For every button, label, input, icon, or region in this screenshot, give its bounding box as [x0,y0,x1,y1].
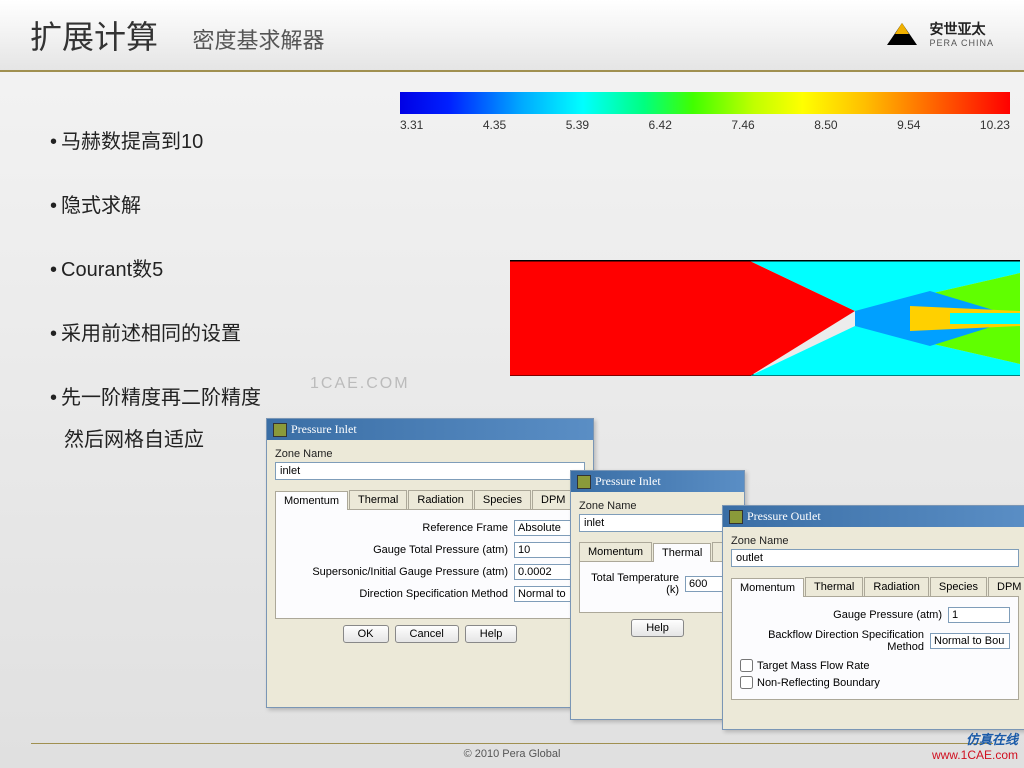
dialog-icon [577,475,591,489]
scale-tick: 10.23 [980,118,1010,132]
gauge-total-input[interactable] [514,542,576,558]
zone-name-input[interactable] [731,549,1019,567]
logo-text-cn: 安世亚太 [929,22,994,37]
supersonic-label: Supersonic/Initial Gauge Pressure (atm) [312,566,508,578]
gauge-pressure-input[interactable] [948,607,1010,623]
dialog-title-text: Pressure Outlet [747,509,821,524]
zone-name-label: Zone Name [731,535,1019,547]
scale-tick: 5.39 [566,118,589,132]
tab-thermal[interactable]: Thermal [653,543,711,562]
pressure-inlet-dialog-thermal: Pressure Inlet Zone Name Momentum Therma… [570,470,745,720]
non-reflecting-label: Non-Reflecting Boundary [757,677,880,689]
scale-tick: 6.42 [649,118,672,132]
pressure-outlet-dialog: Pressure Outlet Zone Name Momentum Therm… [722,505,1024,730]
scale-tick: 4.35 [483,118,506,132]
watermark-cn: 仿真在线 [932,732,1018,748]
cancel-button[interactable]: Cancel [395,625,459,643]
total-temp-label: Total Temperature (k) [588,572,679,596]
tab-momentum[interactable]: Momentum [275,491,348,510]
gauge-pressure-label: Gauge Pressure (atm) [833,609,942,621]
tab-bar: Momentum Thermal Radiatio [579,542,736,562]
tab-bar: Momentum Thermal Radiation Species DPM [275,490,585,510]
tab-momentum[interactable]: Momentum [579,542,652,561]
slide-subtitle: 密度基求解器 [192,28,324,53]
tab-content: Reference Frame Gauge Total Pressure (at… [275,510,585,619]
bullet-item: Courant数5 [50,258,261,282]
dialog-titlebar[interactable]: Pressure Inlet [267,419,593,440]
dialog-title-text: Pressure Inlet [291,422,357,437]
slide-title: 扩展计算 [30,19,158,55]
bullet-item: 采用前述相同的设置 [50,322,261,346]
dialog-icon [273,423,287,437]
scale-tick: 8.50 [814,118,837,132]
color-scale: 3.31 4.35 5.39 6.42 7.46 8.50 9.54 10.23 [400,92,1010,132]
title-group: 扩展计算 密度基求解器 [30,12,324,58]
tab-species[interactable]: Species [474,490,531,509]
direction-label: Direction Specification Method [359,588,508,600]
ref-frame-combo[interactable] [514,520,576,536]
button-row: OK Cancel Help [275,619,585,649]
help-button[interactable]: Help [631,619,684,637]
tab-content: Total Temperature (k) [579,562,736,613]
logo-icon [883,21,921,49]
tab-bar: Momentum Thermal Radiation Species DPM [731,577,1019,597]
logo-text-group: 安世亚太 PERA CHINA [929,22,994,47]
bullet-item-tail: 然后网格自适应 [64,428,261,452]
zone-name-input[interactable] [275,462,585,480]
cfd-contour-plot [510,260,1020,375]
tab-dpm[interactable]: DPM [988,577,1024,596]
bullet-item: 先一阶精度再二阶精度 [50,386,261,410]
bullet-item: 隐式求解 [50,194,261,218]
scale-tick: 9.54 [897,118,920,132]
company-logo: 安世亚太 PERA CHINA [883,21,994,49]
watermark-text: 1CAE.COM [310,375,410,393]
ref-frame-label: Reference Frame [422,522,508,534]
supersonic-input[interactable] [514,564,576,580]
zone-name-label: Zone Name [275,448,585,460]
tab-dpm[interactable]: DPM [532,490,574,509]
scale-labels: 3.31 4.35 5.39 6.42 7.46 8.50 9.54 10.23 [400,118,1010,132]
tab-momentum[interactable]: Momentum [731,578,804,597]
tab-radiation[interactable]: Radiation [408,490,472,509]
button-row: Help [579,613,736,643]
dialog-titlebar[interactable]: Pressure Outlet [723,506,1024,527]
zone-name-label: Zone Name [579,500,736,512]
scale-bar [400,92,1010,114]
ok-button[interactable]: OK [343,625,389,643]
watermark-url: www.1CAE.com [932,748,1018,762]
direction-combo[interactable] [514,586,576,602]
help-button[interactable]: Help [465,625,518,643]
target-mass-label: Target Mass Flow Rate [757,660,869,672]
bullet-list: 马赫数提高到10 隐式求解 Courant数5 采用前述相同的设置 先一阶精度再… [50,130,261,492]
zone-name-input[interactable] [579,514,736,532]
dialog-icon [729,510,743,524]
scale-tick: 3.31 [400,118,423,132]
dialog-titlebar[interactable]: Pressure Inlet [571,471,744,492]
side-watermark: 仿真在线 www.1CAE.com [932,732,1018,762]
pressure-inlet-dialog-momentum: Pressure Inlet Zone Name Momentum Therma… [266,418,594,708]
backflow-dir-label: Backflow Direction Specification Method [740,629,924,653]
non-reflecting-checkbox[interactable] [740,676,753,689]
footer-copyright: © 2010 Pera Global [0,743,1024,760]
logo-text-en: PERA CHINA [929,38,994,48]
tab-radiation[interactable]: Radiation [864,577,928,596]
slide-header: 扩展计算 密度基求解器 安世亚太 PERA CHINA [0,0,1024,72]
scale-tick: 7.46 [731,118,754,132]
tab-species[interactable]: Species [930,577,987,596]
bullet-item: 马赫数提高到10 [50,130,261,154]
tab-thermal[interactable]: Thermal [805,577,863,596]
dialog-title-text: Pressure Inlet [595,474,661,489]
tab-content: Gauge Pressure (atm) Backflow Direction … [731,597,1019,700]
target-mass-checkbox[interactable] [740,659,753,672]
tab-thermal[interactable]: Thermal [349,490,407,509]
gauge-total-label: Gauge Total Pressure (atm) [373,544,508,556]
backflow-dir-combo[interactable] [930,633,1010,649]
total-temp-input[interactable] [685,576,727,592]
